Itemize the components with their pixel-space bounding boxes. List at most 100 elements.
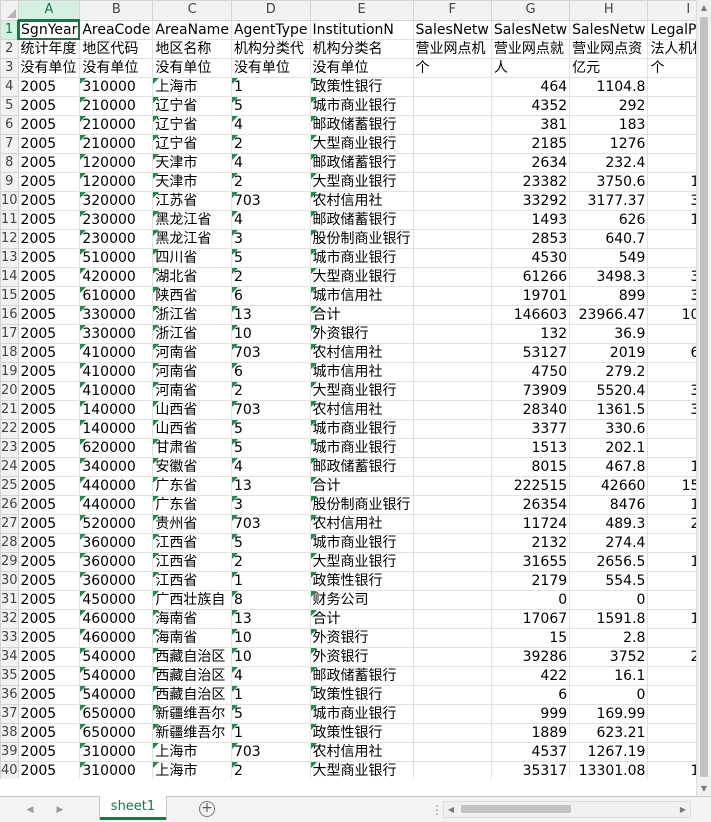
cell-c39[interactable]: 上海市 — [152, 742, 232, 762]
cell-a27[interactable]: 2005 — [17, 514, 81, 534]
row-header[interactable]: 14 — [0, 267, 19, 287]
cell-h20[interactable]: 5520.4 — [569, 381, 649, 401]
cell-g15[interactable]: 19701 — [490, 286, 571, 306]
scroll-left-icon[interactable]: ◀ — [444, 802, 458, 817]
cell-i38[interactable]: 90 — [647, 723, 696, 743]
cell-f6[interactable] — [412, 115, 492, 135]
cell-d38[interactable]: 1 — [230, 723, 311, 743]
cell-e17[interactable]: 外资银行 — [309, 324, 414, 344]
column-header-h[interactable]: H — [569, 0, 649, 21]
cell-i23[interactable]: 82 — [647, 438, 696, 458]
cell-c3[interactable]: 没有单位 — [152, 58, 232, 78]
cell-g20[interactable]: 73909 — [490, 381, 571, 401]
cell-d16[interactable]: 13 — [230, 305, 311, 325]
cell-d28[interactable]: 5 — [230, 533, 311, 553]
cell-d40[interactable]: 2 — [230, 761, 311, 779]
cell-f38[interactable] — [412, 723, 492, 743]
cell-c8[interactable]: 天津市 — [152, 153, 232, 173]
cell-b35[interactable]: 540000 — [79, 666, 154, 686]
cell-d21[interactable]: 703 — [230, 400, 311, 420]
cell-i10[interactable]: 3284 — [647, 191, 696, 211]
column-header-f[interactable]: F — [412, 0, 492, 21]
cell-i27[interactable]: 2038 — [647, 514, 696, 534]
cell-c6[interactable]: 辽宁省 — [152, 115, 232, 135]
cell-h1[interactable]: SalesNetw — [569, 19, 649, 40]
cell-h18[interactable]: 2019 — [569, 343, 649, 363]
cell-d30[interactable]: 1 — [230, 571, 311, 591]
cell-f5[interactable] — [412, 96, 492, 116]
cell-b1[interactable]: AreaCode — [79, 19, 154, 40]
cell-f29[interactable] — [412, 552, 492, 572]
cell-e10[interactable]: 农村信用社 — [309, 191, 414, 211]
cell-h13[interactable]: 549 — [569, 248, 649, 268]
cell-g28[interactable]: 2132 — [490, 533, 571, 553]
cell-g19[interactable]: 4750 — [490, 362, 571, 382]
cell-i26[interactable]: 1018 — [647, 495, 696, 515]
cell-h32[interactable]: 1591.8 — [569, 609, 649, 629]
cell-h40[interactable]: 13301.08 — [569, 761, 649, 779]
horizontal-scrollbar[interactable]: ◀ ▶ — [443, 801, 691, 818]
cell-a31[interactable]: 2005 — [17, 590, 81, 610]
cell-g31[interactable]: 0 — [490, 590, 571, 610]
cell-e38[interactable]: 政策性银行 — [309, 723, 414, 743]
row-header[interactable]: 16 — [0, 305, 19, 325]
row-header[interactable]: 30 — [0, 571, 19, 591]
cell-b8[interactable]: 120000 — [79, 153, 154, 173]
cell-e13[interactable]: 城市商业银行 — [309, 248, 414, 268]
row-header[interactable]: 8 — [0, 153, 19, 173]
cell-h35[interactable]: 16.1 — [569, 666, 649, 686]
cell-e25[interactable]: 合计 — [309, 476, 414, 496]
row-header[interactable]: 17 — [0, 324, 19, 344]
cell-e28[interactable]: 城市商业银行 — [309, 533, 414, 553]
cell-a33[interactable]: 2005 — [17, 628, 81, 648]
cell-f20[interactable] — [412, 381, 492, 401]
cell-b33[interactable]: 460000 — [79, 628, 154, 648]
cell-g25[interactable]: 222515 — [490, 476, 571, 496]
cell-e3[interactable]: 没有单位 — [309, 58, 414, 78]
cell-g13[interactable]: 4530 — [490, 248, 571, 268]
cell-g6[interactable]: 381 — [490, 115, 571, 135]
cell-i17[interactable]: 4 — [647, 324, 696, 344]
cell-d22[interactable]: 5 — [230, 419, 311, 439]
cell-d37[interactable]: 5 — [230, 704, 311, 724]
cell-h4[interactable]: 1104.8 — [569, 77, 649, 97]
cell-h23[interactable]: 202.1 — [569, 438, 649, 458]
cell-e35[interactable]: 邮政储蓄银行 — [309, 666, 414, 686]
cell-i2[interactable]: 法人机构数 — [647, 39, 696, 59]
cell-a28[interactable]: 2005 — [17, 533, 81, 553]
cell-c36[interactable]: 西藏自治区 — [152, 685, 232, 705]
row-header[interactable]: 27 — [0, 514, 19, 534]
cell-b30[interactable]: 360000 — [79, 571, 154, 591]
cell-i25[interactable]: 15339 — [647, 476, 696, 496]
row-header[interactable]: 33 — [0, 628, 19, 648]
cell-i32[interactable]: 1346 — [647, 609, 696, 629]
cell-g12[interactable]: 2853 — [490, 229, 571, 249]
cell-e27[interactable]: 农村信用社 — [309, 514, 414, 534]
cell-i13[interactable]: 335 — [647, 248, 696, 268]
cell-h16[interactable]: 23966.47 — [569, 305, 649, 325]
cell-f14[interactable] — [412, 267, 492, 287]
cell-b25[interactable]: 440000 — [79, 476, 154, 496]
cell-d13[interactable]: 5 — [230, 248, 311, 268]
cell-g18[interactable]: 53127 — [490, 343, 571, 363]
cell-g33[interactable]: 15 — [490, 628, 571, 648]
cell-d35[interactable]: 4 — [230, 666, 311, 686]
cell-d31[interactable]: 8 — [230, 590, 311, 610]
cell-e16[interactable]: 合计 — [309, 305, 414, 325]
cell-i1[interactable]: LegalPerso — [647, 19, 696, 40]
select-all-corner[interactable] — [0, 0, 19, 21]
cell-h21[interactable]: 1361.5 — [569, 400, 649, 420]
spreadsheet-area[interactable]: ABCDEFGHIJ1SgnYearAreaCodeAreaNameAgentT… — [0, 0, 696, 779]
cell-h36[interactable]: 0 — [569, 685, 649, 705]
cell-c1[interactable]: AreaName — [152, 19, 232, 40]
row-header[interactable]: 15 — [0, 286, 19, 306]
cell-f4[interactable] — [412, 77, 492, 97]
cell-a4[interactable]: 2005 — [17, 77, 81, 97]
cell-a24[interactable]: 2005 — [17, 457, 81, 477]
cell-i11[interactable]: 1493 — [647, 210, 696, 230]
cell-f39[interactable] — [412, 742, 492, 762]
cell-g11[interactable]: 1493 — [490, 210, 571, 230]
cell-c4[interactable]: 上海市 — [152, 77, 232, 97]
cell-a40[interactable]: 2005 — [17, 761, 81, 779]
cell-c40[interactable]: 上海市 — [152, 761, 232, 779]
